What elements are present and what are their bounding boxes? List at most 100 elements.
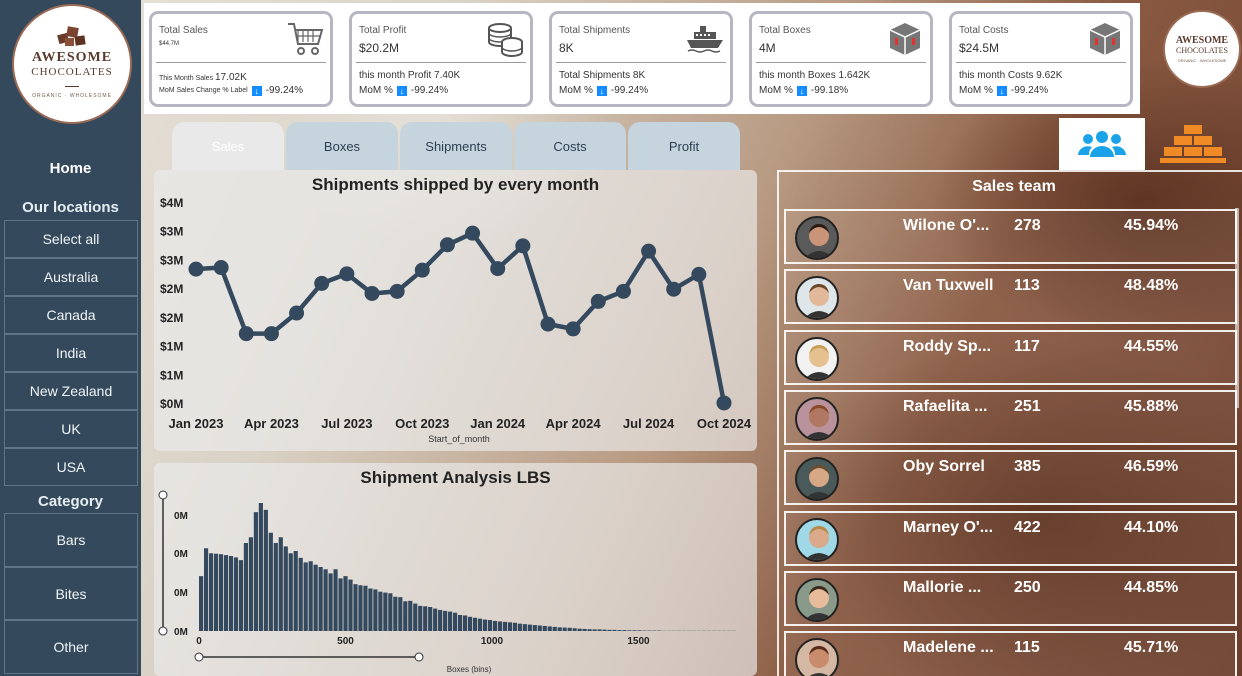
bricks-icon [1160,125,1226,163]
histogram-bar [542,625,547,631]
y-zoom-handle [158,490,168,500]
x-tick-label: 500 [337,636,354,647]
histogram-bar [632,630,637,631]
histogram-bar [308,561,313,631]
y-tick-label: $2M [160,282,183,296]
sales-team-row[interactable]: Rafaelita ... 251 45.88% [784,389,1237,445]
products-view-button[interactable] [1150,118,1236,170]
location-canada[interactable]: Canada [4,296,138,334]
location-select-all[interactable]: Select all [4,220,138,258]
category-bites[interactable]: Bites [4,567,138,620]
histogram-chart[interactable]: 0M 0M 0M 0M 0 500 1000 1500 Boxes (bins) [154,463,757,676]
kpi-card-sales[interactable]: Total Sales $44.7M This Month Sales 17.0… [149,11,333,107]
sales-team-row[interactable]: Mallorie ... 250 44.85% [784,570,1237,626]
sales-team-scrollbar[interactable] [1235,208,1239,408]
histogram-bar [263,509,268,631]
brand-tagline: ORGANIC · WHOLESOME [1177,58,1227,63]
location-uk[interactable]: UK [4,410,138,448]
box-icon [889,23,921,55]
data-point [314,275,330,291]
sales-member-name: Rafaelita ... [903,397,988,415]
kpi-costs-title: Total Costs [959,25,1009,36]
histogram-bar [457,615,463,631]
histogram-bar [293,551,298,631]
kpi-profit-value: $20.2M [359,41,400,55]
histogram-bar [522,624,527,631]
kpi-shipments-mom-label: MoM % [559,85,593,96]
sales-team-row[interactable]: Oby Sorrel 385 46.59% [784,450,1237,506]
data-point [590,293,606,309]
histogram-bar [443,610,448,631]
y-zoom-handle [158,626,168,636]
nav-home-button[interactable]: Home [0,160,141,177]
x-tick-label: Jul 2024 [623,416,675,431]
location-australia[interactable]: Australia [4,258,138,296]
brand-line-1: AWESOME [1175,35,1229,46]
histogram-bar [627,630,632,631]
histogram-bar [433,608,438,631]
kpi-shipments-sub: Total Shipments 8K [559,70,646,81]
kpi-boxes-value: 4M [759,41,776,55]
tab-costs[interactable]: Costs [514,122,626,170]
histogram-bar [238,560,244,631]
histogram-bar [637,630,642,631]
sales-member-name: Mallorie ... [903,578,982,596]
kpi-sales-sub: This Month Sales 17.02K [159,72,247,83]
sales-member-percent: 44.55% [1124,337,1179,355]
tab-sales[interactable]: Sales [172,122,284,170]
histogram-bar [413,603,418,631]
kpi-card-profit[interactable]: Total Profit $20.2M this month Profit 7.… [349,11,533,107]
histogram-bar [338,578,343,631]
data-point [289,305,305,321]
category-other[interactable]: Other [4,620,138,674]
histogram-bar [233,557,239,631]
tab-shipments[interactable]: Shipments [400,122,512,170]
kpi-card-shipments[interactable]: Total Shipments 8K Total Shipments 8K Mo… [549,11,733,107]
sales-member-count: 113 [1014,277,1040,295]
person-avatar [795,577,839,622]
y-tick-label: 0M [174,627,188,638]
histogram-bar [333,569,338,631]
line-chart[interactable]: $0M $1M $1M $2M $2M $3M $3M $4M Jan 2023 Apr 2023… [154,170,757,451]
histogram-bar [228,556,234,631]
kpi-card-boxes[interactable]: Total Boxes 4M this month Boxes 1.642K M… [749,11,933,107]
arrow-down-icon: ↓ [996,85,1007,96]
data-point [414,262,430,278]
sales-team-row[interactable]: Madelene ... 115 45.71% [784,631,1237,676]
sales-member-percent: 45.94% [1124,217,1179,234]
sales-team-row[interactable]: Roddy Sp... 117 44.55% [784,329,1237,385]
ship-icon [687,26,723,53]
data-point [691,266,707,282]
person-avatar [795,276,839,321]
kpi-divider [956,62,1126,63]
kpi-card-costs[interactable]: Total Costs $24.5M this month Costs 9.62… [949,11,1133,107]
sales-team-row[interactable]: Marney O'... 422 44.10% [784,510,1237,566]
histogram-bar [348,579,353,631]
sales-team-row[interactable]: Van Tuxwell 113 48.48% [784,269,1237,325]
locations-slicer: Select all Australia Canada India New Ze… [4,220,138,486]
sales-team-view-button[interactable] [1059,118,1145,170]
sales-team-row[interactable]: Wilone O'... 278 45.94% [784,209,1237,264]
kpi-divider [756,62,926,63]
x-tick-label: Oct 2024 [697,416,752,431]
brand-line-2: CHOCOLATES [1175,46,1228,55]
histogram-bar [438,609,443,631]
kpi-sales-mom-value: -99.24% [265,85,303,96]
y-tick-label: $3M [160,253,183,267]
histogram-bar [268,532,273,631]
brand-line-1: AWESOME [31,49,113,65]
location-new-zealand[interactable]: New Zealand [4,372,138,410]
tab-boxes[interactable]: Boxes [286,122,398,170]
x-zoom-handle [414,652,424,662]
box-icon [1089,23,1121,55]
location-india[interactable]: India [4,334,138,372]
histogram-bar [213,553,219,631]
tab-profit[interactable]: Profit [628,122,740,170]
histogram-bar [567,627,572,631]
location-usa[interactable]: USA [4,448,138,486]
sales-member-percent: 48.48% [1124,277,1179,295]
category-bars[interactable]: Bars [4,513,138,567]
histogram-bar [612,629,617,631]
kpi-sales-mom: MoM Sales Change % Label ↓ -99.24% [159,85,303,96]
kpi-boxes-sub: this month Boxes 1.642K [759,70,871,81]
